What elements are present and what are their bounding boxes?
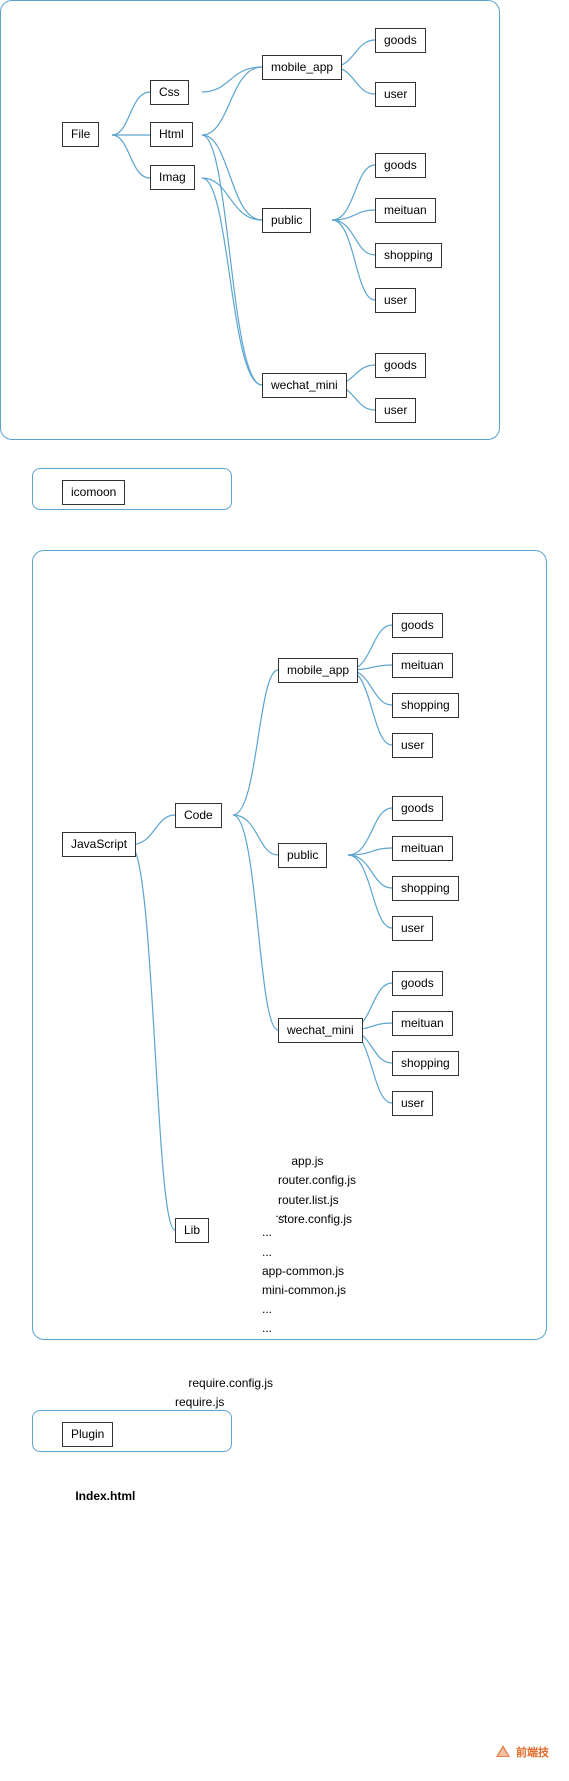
js-public-node: public: [278, 843, 327, 868]
plugin-node: Plugin: [62, 1422, 113, 1447]
js-mobile-meituan-node: meituan: [392, 653, 453, 678]
file-wechat-node: wechat_mini: [262, 373, 347, 398]
html-node: Html: [150, 122, 193, 147]
code-node: Code: [175, 803, 222, 828]
imag-node: Imag: [150, 165, 195, 190]
watermark-text: 前端技: [516, 1744, 549, 1760]
js-public-shopping-node: shopping: [392, 876, 459, 901]
js-mobile-shopping-node: shopping: [392, 693, 459, 718]
js-wechat-meituan-node: meituan: [392, 1011, 453, 1036]
js-mobile-app-node: mobile_app: [278, 658, 358, 683]
file-mobile-user-node: user: [375, 82, 416, 107]
file-public-goods-node: goods: [375, 153, 426, 178]
index-html-text: Index.html: [62, 1468, 135, 1526]
file-public-user-node: user: [375, 288, 416, 313]
file-public-shopping-node: shopping: [375, 243, 442, 268]
file-wechat-user-node: user: [375, 398, 416, 423]
js-public-meituan-node: meituan: [392, 836, 453, 861]
js-wechat-shopping-node: shopping: [392, 1051, 459, 1076]
js-wechat-user-node: user: [392, 1091, 433, 1116]
css-node: Css: [150, 80, 189, 105]
file-public-meituan-node: meituan: [375, 198, 436, 223]
file-mobile-app-node: mobile_app: [262, 55, 342, 80]
js-public-user-node: user: [392, 916, 433, 941]
js-wechat-goods-node: goods: [392, 971, 443, 996]
file-public-node: public: [262, 208, 311, 233]
file-mobile-goods-node: goods: [375, 28, 426, 53]
lib-files-text: ... ... ... app-common.js mini-common.js…: [262, 1185, 346, 1358]
js-mobile-user-node: user: [392, 733, 433, 758]
js-public-goods-node: goods: [392, 796, 443, 821]
js-mobile-goods-node: goods: [392, 613, 443, 638]
file-wechat-goods-node: goods: [375, 353, 426, 378]
javascript-node: JavaScript: [62, 832, 136, 857]
icomoon-node: icomoon: [62, 480, 125, 505]
file-node: File: [62, 122, 99, 147]
lib-node: Lib: [175, 1218, 209, 1243]
js-wechat-node: wechat_mini: [278, 1018, 363, 1043]
